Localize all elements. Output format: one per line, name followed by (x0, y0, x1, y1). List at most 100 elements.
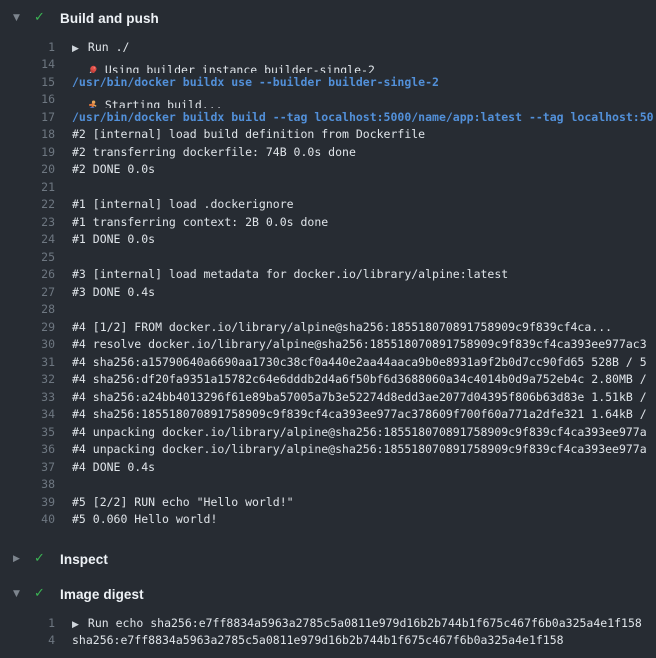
log-line: 26 #3 [internal] load metadata for docke… (0, 266, 656, 284)
line-number[interactable]: 21 (0, 180, 55, 194)
log-line-text: Starting build... (105, 98, 223, 108)
line-number[interactable]: 25 (0, 250, 55, 264)
log-line: 17 /usr/bin/docker buildx build --tag lo… (0, 108, 656, 126)
log-line: 35 #4 unpacking docker.io/library/alpine… (0, 423, 656, 441)
log-line-text: #4 [1/2] FROM docker.io/library/alpine@s… (72, 320, 612, 334)
line-number[interactable]: 40 (0, 512, 55, 526)
log-line: 15 /usr/bin/docker buildx use --builder … (0, 73, 656, 91)
log-line-text: #2 [internal] load build definition from… (72, 127, 425, 141)
line-number[interactable]: 29 (0, 320, 55, 334)
line-number[interactable]: 4 (0, 633, 55, 647)
line-number[interactable]: 36 (0, 442, 55, 456)
line-number[interactable]: 17 (0, 110, 55, 124)
check-icon: ✓ (34, 547, 60, 571)
log-line: 34 #4 sha256:185518070891758909c9f839cf4… (0, 406, 656, 424)
log-line: 19 #2 transferring dockerfile: 74B 0.0s … (0, 143, 656, 161)
workflow-log-viewer: ▼ ✓ Build and push 1 ▶Run ./ 14 Using bu… (0, 0, 656, 649)
log-line-text: Run echo sha256:e7ff8834a5963a2785c5a081… (88, 616, 642, 630)
line-number[interactable]: 1 (0, 40, 55, 54)
line-number[interactable]: 34 (0, 407, 55, 421)
line-number[interactable]: 33 (0, 390, 55, 404)
section-title: Build and push (60, 11, 159, 26)
log-line-text: #5 [2/2] RUN echo "Hello world!" (72, 495, 294, 509)
log-line-text: Using builder instance builder-single-2 (105, 63, 375, 73)
log-line: 38 (0, 476, 656, 494)
log-line: 29 #4 [1/2] FROM docker.io/library/alpin… (0, 318, 656, 336)
log-line: 33 #4 sha256:a24bb4013296f61e89ba57005a7… (0, 388, 656, 406)
log-line: 1 ▶ Run echo sha256:e7ff8834a5963a2785c5a… (0, 614, 656, 632)
line-number[interactable]: 38 (0, 477, 55, 491)
log-line-text: #4 DONE 0.4s (72, 460, 155, 474)
log-line-text: Run ./ (88, 40, 130, 54)
runner-icon-slot (72, 91, 98, 109)
log-line: 39 #5 [2/2] RUN echo "Hello world!" (0, 493, 656, 511)
log-line: 22 #1 [internal] load .dockerignore (0, 196, 656, 214)
section-header-inspect[interactable]: ▶ ✓ Inspect (0, 547, 656, 571)
log-line-text: #2 transferring dockerfile: 74B 0.0s don… (72, 145, 356, 159)
log-line: 28 (0, 301, 656, 319)
line-number[interactable]: 31 (0, 355, 55, 369)
log-line-text: #4 sha256:185518070891758909c9f839cf4ca3… (72, 407, 647, 421)
log-line: 27 #3 DONE 0.4s (0, 283, 656, 301)
log-section: ▼ ✓ Build and push 1 ▶ Run ./ 14 Using bu… (0, 6, 656, 528)
line-number[interactable]: 16 (0, 92, 55, 106)
expand-arrow-icon[interactable]: ▶ (72, 44, 79, 54)
pushpin-icon (86, 65, 98, 73)
line-number[interactable]: 15 (0, 75, 55, 89)
log-line-text: #4 unpacking docker.io/library/alpine@sh… (72, 442, 647, 456)
log-line: 25 (0, 248, 656, 266)
log-line-text: #3 DONE 0.4s (72, 285, 155, 299)
line-number[interactable]: 24 (0, 232, 55, 246)
log-line-text: #4 sha256:df20fa9351a15782c64e6dddb2d4a6… (72, 372, 647, 386)
log-line: 20 #2 DONE 0.0s (0, 161, 656, 179)
log-line: 31 #4 sha256:a15790640a6690aa1730c38cf0a… (0, 353, 656, 371)
section-log-lines: 1 ▶ Run echo sha256:e7ff8834a5963a2785c5a… (0, 614, 656, 649)
section-header-image-digest[interactable]: ▼ ✓ Image digest (0, 582, 656, 606)
line-number[interactable]: 22 (0, 197, 55, 211)
log-line: 32 #4 sha256:df20fa9351a15782c64e6dddb2d… (0, 371, 656, 389)
log-line: 16 Starting build... (0, 91, 656, 109)
log-line-text: /usr/bin/docker buildx build --tag local… (72, 110, 654, 124)
log-section: ▼ ✓ Image digest 1 ▶ Run echo sha256:e7ff… (0, 582, 656, 649)
log-line-text: #1 [internal] load .dockerignore (72, 197, 294, 211)
log-line: 24 #1 DONE 0.0s (0, 231, 656, 249)
line-number[interactable]: 30 (0, 337, 55, 351)
log-line-text: #1 transferring context: 2B 0.0s done (72, 215, 328, 229)
check-icon: ✓ (34, 6, 60, 30)
log-line: 14 Using builder instance builder-single… (0, 56, 656, 74)
line-number[interactable]: 39 (0, 495, 55, 509)
pushpin-icon-slot (72, 56, 98, 74)
line-number[interactable]: 23 (0, 215, 55, 229)
log-line-text: #4 unpacking docker.io/library/alpine@sh… (72, 425, 647, 439)
log-line: 23 #1 transferring context: 2B 0.0s done (0, 213, 656, 231)
log-line-text: #2 DONE 0.0s (72, 162, 155, 176)
log-line-text: #4 resolve docker.io/library/alpine@sha2… (72, 337, 647, 351)
runner-icon (86, 100, 98, 108)
line-number[interactable]: 26 (0, 267, 55, 281)
log-line: 18 #2 [internal] load build definition f… (0, 126, 656, 144)
log-line-text: #4 sha256:a15790640a6690aa1730c38cf0a440… (72, 355, 647, 369)
line-number[interactable]: 20 (0, 162, 55, 176)
line-number[interactable]: 37 (0, 460, 55, 474)
log-line: 4 sha256:e7ff8834a5963a2785c5a0811e979d1… (0, 632, 656, 650)
log-line-text: sha256:e7ff8834a5963a2785c5a0811e979d16b… (72, 633, 564, 647)
caret-down-icon[interactable]: ▼ (13, 6, 34, 30)
log-line-text: #4 sha256:a24bb4013296f61e89ba57005a7b3e… (72, 390, 647, 404)
line-number[interactable]: 27 (0, 285, 55, 299)
log-line: 40 #5 0.060 Hello world! (0, 511, 656, 529)
line-number[interactable]: 28 (0, 302, 55, 316)
line-number[interactable]: 14 (0, 57, 55, 71)
expand-arrow-icon[interactable]: ▶ (72, 620, 79, 630)
caret-down-icon[interactable]: ▼ (13, 582, 34, 606)
caret-right-icon[interactable]: ▶ (13, 547, 34, 571)
line-number[interactable]: 1 (0, 616, 55, 630)
line-number[interactable]: 35 (0, 425, 55, 439)
log-line: 30 #4 resolve docker.io/library/alpine@s… (0, 336, 656, 354)
line-number[interactable]: 18 (0, 127, 55, 141)
section-title: Inspect (60, 552, 108, 567)
log-line: 37 #4 DONE 0.4s (0, 458, 656, 476)
log-line-text: #5 0.060 Hello world! (72, 512, 217, 526)
section-header-build-and-push[interactable]: ▼ ✓ Build and push (0, 6, 656, 30)
line-number[interactable]: 19 (0, 145, 55, 159)
line-number[interactable]: 32 (0, 372, 55, 386)
